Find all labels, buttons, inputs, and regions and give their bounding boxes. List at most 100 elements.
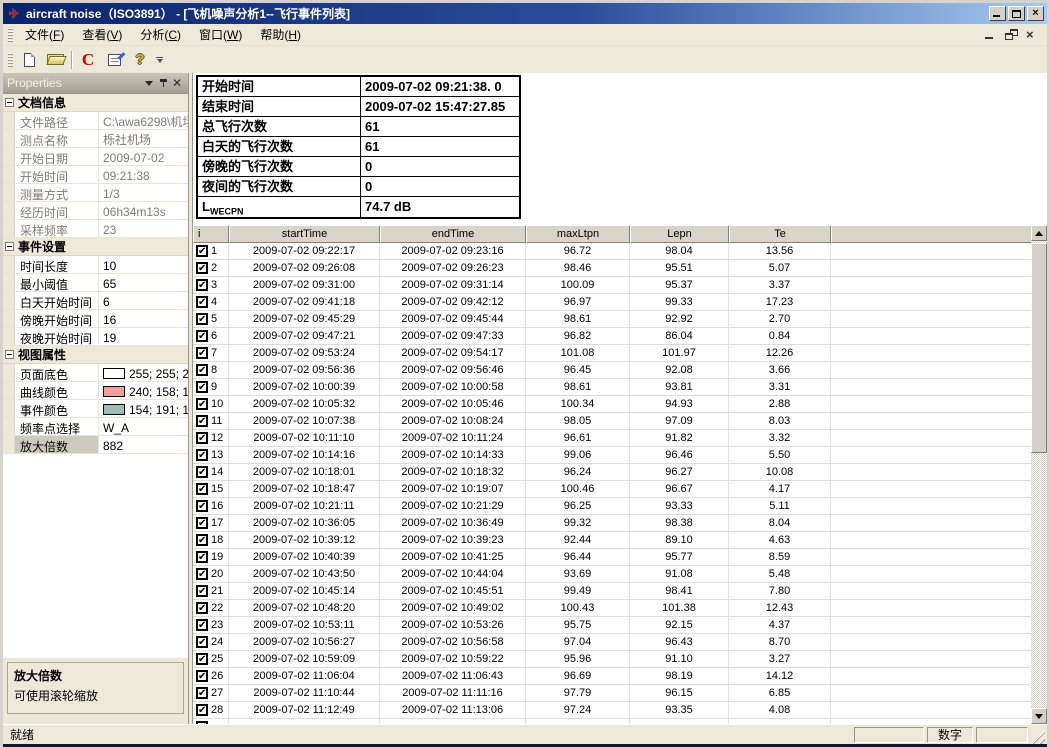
- event-row[interactable]: 172009-07-02 10:36:052009-07-02 10:36:49…: [193, 515, 1031, 532]
- minimize-button[interactable]: [989, 6, 1006, 21]
- event-row[interactable]: 192009-07-02 10:40:392009-07-02 10:41:25…: [193, 549, 1031, 566]
- row-checkbox[interactable]: [196, 279, 208, 291]
- mdi-close-button[interactable]: ×: [1026, 29, 1039, 40]
- toolbar-overflow-button[interactable]: [153, 49, 166, 71]
- column-header-endTime[interactable]: endTime: [380, 225, 526, 243]
- row-checkbox[interactable]: [196, 296, 208, 308]
- row-checkbox[interactable]: [196, 313, 208, 325]
- property-value[interactable]: 10: [99, 256, 188, 273]
- row-checkbox[interactable]: [196, 534, 208, 546]
- property-value[interactable]: 19: [99, 328, 188, 345]
- event-row[interactable]: 12009-07-02 09:22:172009-07-02 09:23:169…: [193, 243, 1031, 260]
- row-checkbox[interactable]: [196, 721, 208, 724]
- maximize-button[interactable]: [1008, 6, 1025, 21]
- menu-h[interactable]: 帮助(H): [251, 23, 310, 46]
- event-row[interactable]: 72009-07-02 09:53:242009-07-02 09:54:171…: [193, 345, 1031, 362]
- column-header-Te[interactable]: Te: [729, 225, 831, 243]
- row-checkbox[interactable]: [196, 245, 208, 257]
- event-row[interactable]: 182009-07-02 10:39:122009-07-02 10:39:23…: [193, 532, 1031, 549]
- panel-menu-button[interactable]: [142, 76, 156, 90]
- row-checkbox[interactable]: [196, 687, 208, 699]
- row-checkbox[interactable]: [196, 262, 208, 274]
- row-checkbox[interactable]: [196, 619, 208, 631]
- event-row[interactable]: 272009-07-02 11:10:442009-07-02 11:11:16…: [193, 685, 1031, 702]
- row-checkbox[interactable]: [196, 432, 208, 444]
- resize-grip[interactable]: [1031, 730, 1045, 744]
- property-category[interactable]: 事件设置: [3, 238, 188, 256]
- menu-v[interactable]: 查看(V): [73, 23, 131, 46]
- property-value[interactable]: 6: [99, 292, 188, 309]
- new-document-button[interactable]: [17, 49, 41, 71]
- collapse-icon[interactable]: [5, 98, 14, 107]
- mdi-restore-button[interactable]: [1005, 29, 1018, 40]
- column-header-i[interactable]: i: [193, 225, 229, 243]
- column-header-startTime[interactable]: startTime: [229, 225, 380, 243]
- event-row[interactable]: 152009-07-02 10:18:472009-07-02 10:19:07…: [193, 481, 1031, 498]
- titlebar[interactable]: ✈ aircraft noise（ISO3891） - [飞机噪声分析1--飞行…: [3, 3, 1047, 24]
- event-row[interactable]: 62009-07-02 09:47:212009-07-02 09:47:339…: [193, 328, 1031, 345]
- property-value[interactable]: 16: [99, 310, 188, 327]
- menu-f[interactable]: 文件(F): [16, 23, 73, 46]
- property-category[interactable]: 文档信息: [3, 94, 188, 112]
- event-row[interactable]: 162009-07-02 10:21:112009-07-02 10:21:29…: [193, 498, 1031, 515]
- event-row[interactable]: 132009-07-02 10:14:162009-07-02 10:14:33…: [193, 447, 1031, 464]
- property-value[interactable]: W_A: [99, 418, 188, 435]
- c-weighting-button[interactable]: C: [76, 49, 100, 71]
- row-checkbox[interactable]: [196, 653, 208, 665]
- event-row[interactable]: 92009-07-02 10:00:392009-07-02 10:00:589…: [193, 379, 1031, 396]
- panel-close-button[interactable]: ✕: [170, 76, 184, 90]
- color-swatch[interactable]: [103, 386, 125, 397]
- event-row[interactable]: 42009-07-02 09:41:182009-07-02 09:42:129…: [193, 294, 1031, 311]
- column-header-maxLtpn[interactable]: maxLtpn: [526, 225, 630, 243]
- property-category[interactable]: 视图属性: [3, 346, 188, 364]
- row-checkbox[interactable]: [196, 483, 208, 495]
- menu-w[interactable]: 窗口(W): [190, 23, 251, 46]
- row-checkbox[interactable]: [196, 415, 208, 427]
- event-row[interactable]: 122009-07-02 10:11:102009-07-02 10:11:24…: [193, 430, 1031, 447]
- row-checkbox[interactable]: [196, 500, 208, 512]
- event-row-partial[interactable]: [193, 719, 1031, 724]
- event-row[interactable]: 232009-07-02 10:53:112009-07-02 10:53:26…: [193, 617, 1031, 634]
- event-row[interactable]: 252009-07-02 10:59:092009-07-02 10:59:22…: [193, 651, 1031, 668]
- vertical-scrollbar[interactable]: [1031, 225, 1047, 724]
- property-value[interactable]: 255; 255; 25: [99, 364, 188, 381]
- row-checkbox[interactable]: [196, 449, 208, 461]
- row-checkbox[interactable]: [196, 398, 208, 410]
- row-checkbox[interactable]: [196, 670, 208, 682]
- color-swatch[interactable]: [103, 404, 125, 415]
- row-checkbox[interactable]: [196, 585, 208, 597]
- scroll-down-button[interactable]: [1031, 708, 1047, 724]
- event-row[interactable]: 102009-07-02 10:05:322009-07-02 10:05:46…: [193, 396, 1031, 413]
- row-checkbox[interactable]: [196, 347, 208, 359]
- row-checkbox[interactable]: [196, 364, 208, 376]
- row-checkbox[interactable]: [196, 636, 208, 648]
- event-row[interactable]: 202009-07-02 10:43:502009-07-02 10:44:04…: [193, 566, 1031, 583]
- event-row[interactable]: 242009-07-02 10:56:272009-07-02 10:56:58…: [193, 634, 1031, 651]
- panel-pin-button[interactable]: [156, 76, 170, 90]
- property-value[interactable]: 882: [99, 436, 188, 453]
- app-airplane-icon[interactable]: ✈: [6, 6, 22, 21]
- property-value[interactable]: 65: [99, 274, 188, 291]
- event-row[interactable]: 222009-07-02 10:48:202009-07-02 10:49:02…: [193, 600, 1031, 617]
- property-value[interactable]: 240; 158; 15: [99, 382, 188, 399]
- row-checkbox[interactable]: [196, 551, 208, 563]
- row-checkbox[interactable]: [196, 517, 208, 529]
- row-checkbox[interactable]: [196, 602, 208, 614]
- event-row[interactable]: 22009-07-02 09:26:082009-07-02 09:26:239…: [193, 260, 1031, 277]
- column-header-empty[interactable]: [831, 225, 1031, 243]
- row-checkbox[interactable]: [196, 704, 208, 716]
- event-row[interactable]: 112009-07-02 10:07:382009-07-02 10:08:24…: [193, 413, 1031, 430]
- event-row[interactable]: 32009-07-02 09:31:002009-07-02 09:31:141…: [193, 277, 1031, 294]
- row-checkbox[interactable]: [196, 381, 208, 393]
- scrollbar-thumb[interactable]: [1031, 243, 1047, 453]
- event-row[interactable]: 282009-07-02 11:12:492009-07-02 11:13:06…: [193, 702, 1031, 719]
- open-file-button[interactable]: [43, 49, 67, 71]
- menubar-drag-handle[interactable]: [8, 28, 13, 42]
- row-checkbox[interactable]: [196, 466, 208, 478]
- event-row[interactable]: 142009-07-02 10:18:012009-07-02 10:18:32…: [193, 464, 1031, 481]
- collapse-icon[interactable]: [5, 242, 14, 251]
- event-row[interactable]: 52009-07-02 09:45:292009-07-02 09:45:449…: [193, 311, 1031, 328]
- row-checkbox[interactable]: [196, 330, 208, 342]
- toolbar-drag-handle[interactable]: [8, 53, 13, 67]
- scroll-up-button[interactable]: [1031, 225, 1047, 241]
